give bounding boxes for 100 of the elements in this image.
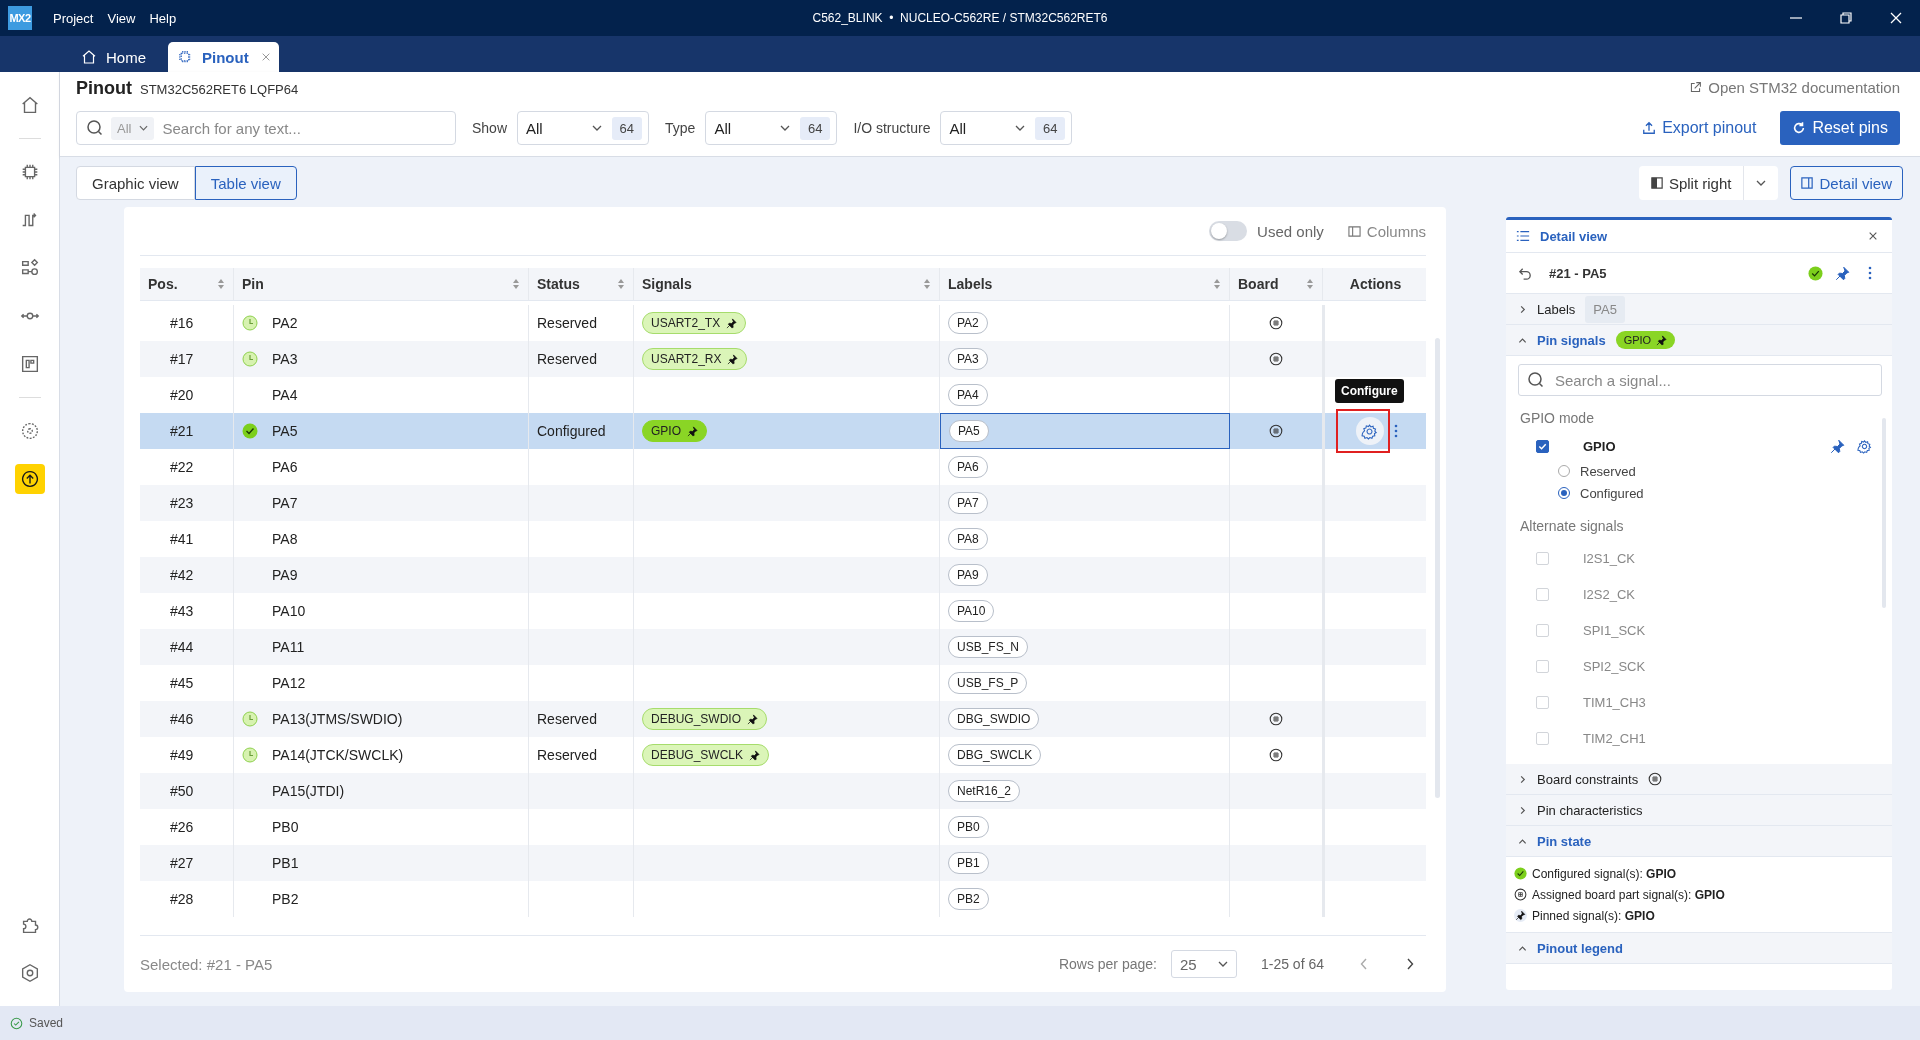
chevron-icon	[1518, 943, 1527, 953]
filter-dropdown[interactable]: All 64	[940, 111, 1073, 145]
label-tag: PA5	[949, 420, 989, 442]
clock-icon	[242, 747, 258, 763]
view-tab[interactable]: Table view	[194, 166, 297, 200]
column-header[interactable]: Pin	[242, 276, 264, 292]
state-text: Assigned board part signal(s): GPIO	[1532, 887, 1725, 902]
table-row[interactable]: #23 PA7 PA7	[140, 485, 1426, 521]
signal-name: I2S1_CK	[1583, 550, 1636, 566]
position-text: #42	[170, 567, 194, 583]
detail-view-button[interactable]: Detail view	[1790, 166, 1903, 200]
chevron-icon	[1518, 304, 1527, 314]
caret-icon	[139, 125, 149, 131]
position-text: #22	[170, 459, 194, 475]
signal-tag[interactable]: DEBUG_SWDIO	[642, 708, 767, 730]
sort-icon[interactable]	[512, 278, 520, 290]
section-header[interactable]: Labels PA5	[1506, 294, 1892, 325]
section-title: Pin characteristics	[1537, 802, 1643, 818]
configure-button[interactable]	[1355, 417, 1384, 445]
table-row[interactable]: #42 PA9 PA9	[140, 557, 1426, 593]
pin-icon[interactable]	[1835, 265, 1850, 281]
tooltip: Configure	[1335, 379, 1404, 403]
position-text: #17	[170, 351, 194, 367]
device-name: STM32C562RET6 LQFP64	[140, 82, 299, 97]
checkbox[interactable]	[1536, 439, 1549, 453]
table-row[interactable]: #46 PA13(JTMS/SWDIO) Reserved DEBUG_SWDIO DBG_SWDIO	[140, 701, 1426, 737]
sort-icon[interactable]	[923, 278, 931, 290]
pin-title: #21 - PA5	[1549, 265, 1607, 281]
used-only-toggle[interactable]	[1209, 221, 1248, 241]
sort-icon[interactable]	[617, 278, 625, 290]
section-header[interactable]: Pinout legend	[1506, 933, 1892, 964]
tab[interactable]: Home	[72, 42, 154, 72]
signal-name: SPI1_SCK	[1583, 622, 1646, 638]
table-row[interactable]: #17 PA3 Reserved USART2_RX PA3	[140, 341, 1426, 377]
export-button[interactable]: Export pinout	[1642, 119, 1757, 137]
position-text: #27	[170, 855, 194, 871]
section-header[interactable]: Pin characteristics	[1506, 795, 1892, 826]
column-header[interactable]: Status	[537, 276, 580, 292]
next-page-icon[interactable]	[1406, 958, 1414, 970]
close-icon[interactable]	[1868, 231, 1878, 241]
documentation-link[interactable]: Open STM32 documentation	[1689, 79, 1900, 96]
upload-icon[interactable]	[14, 464, 45, 494]
sort-icon[interactable]	[1306, 278, 1314, 290]
table-row[interactable]: #27 PB1 PB1	[140, 845, 1426, 881]
pin-icon[interactable]	[1830, 438, 1845, 454]
pin-name: PA12	[272, 675, 306, 691]
signal-search-field[interactable]: Search a signal...	[1518, 364, 1882, 396]
label-tag: NetR16_2	[948, 780, 1021, 802]
count-badge: 64	[1034, 116, 1066, 140]
filter-dropdown[interactable]: All 64	[705, 111, 838, 145]
scrollbar[interactable]	[1435, 338, 1440, 798]
reset-button[interactable]: Reset pins	[1780, 111, 1900, 145]
table-row[interactable]: #50 PA15(JTDI) NetR16_2	[140, 773, 1426, 809]
filter-dropdown[interactable]: All 64	[517, 111, 650, 145]
sort-icon[interactable]	[217, 278, 225, 290]
pin-name: PA13(JTMS/SWDIO)	[272, 711, 403, 727]
menu-item[interactable]: View	[100, 6, 143, 30]
table-row[interactable]: #28 PB2 PB2	[140, 881, 1426, 917]
rows-per-page-label: Rows per page:	[1058, 956, 1157, 972]
caret-icon[interactable]	[1756, 180, 1767, 186]
position-text: #45	[170, 675, 194, 691]
signal-name: GPIO	[651, 424, 681, 438]
signal-tag[interactable]: USART2_RX	[642, 348, 748, 370]
more-icon[interactable]	[1393, 423, 1398, 439]
position-text: #44	[170, 639, 194, 655]
section-title: Pin state	[1537, 833, 1592, 849]
column-header[interactable]: Actions	[1349, 276, 1402, 292]
signal-name: USART2_RX	[651, 352, 722, 366]
more-icon[interactable]	[1868, 265, 1872, 281]
filter-label: I/O structure	[853, 120, 931, 136]
position-text: #23	[170, 495, 194, 511]
menu-item[interactable]: Help	[142, 6, 184, 30]
tab[interactable]: Pinout	[168, 42, 279, 72]
state-text: Configured signal(s): GPIO	[1532, 866, 1677, 881]
signal-name: USART2_TX	[651, 316, 721, 330]
label-tag: PA2	[948, 312, 988, 334]
sort-icon[interactable]	[1213, 278, 1221, 290]
close-icon[interactable]	[1888, 10, 1904, 26]
signal-name: SPI2_SCK	[1583, 658, 1646, 674]
menu-item[interactable]: Project	[46, 6, 101, 30]
settings-icon[interactable]	[1857, 438, 1872, 454]
pin-name: PA15(JTDI)	[272, 783, 345, 799]
section-header[interactable]: Pin state	[1506, 826, 1892, 857]
signal-tag[interactable]: GPIO	[642, 420, 707, 442]
section-title: Pin signals	[1537, 332, 1606, 348]
restore-icon[interactable]	[1838, 10, 1854, 26]
column-header[interactable]: Pos.	[148, 276, 178, 292]
page-title: Pinout	[76, 78, 132, 99]
view-tab[interactable]: Graphic view	[76, 166, 195, 200]
rows-per-page-dropdown[interactable]: 25	[1170, 950, 1237, 978]
status-text: Reserved	[537, 315, 597, 331]
section-header[interactable]: Board constraints	[1506, 764, 1892, 795]
signal-tag[interactable]: DEBUG_SWCLK	[642, 744, 770, 766]
column-header[interactable]: Labels	[948, 276, 993, 292]
table-row[interactable]: #44 PA11 USB_FS_N	[140, 629, 1426, 665]
signal-tag[interactable]: USART2_TX	[642, 312, 747, 334]
columns-button[interactable]: Columns	[1347, 222, 1426, 240]
column-header[interactable]: Signals	[642, 276, 692, 292]
column-header[interactable]: Board	[1238, 276, 1279, 292]
section-header[interactable]: Pin signals GPIO	[1506, 325, 1892, 356]
